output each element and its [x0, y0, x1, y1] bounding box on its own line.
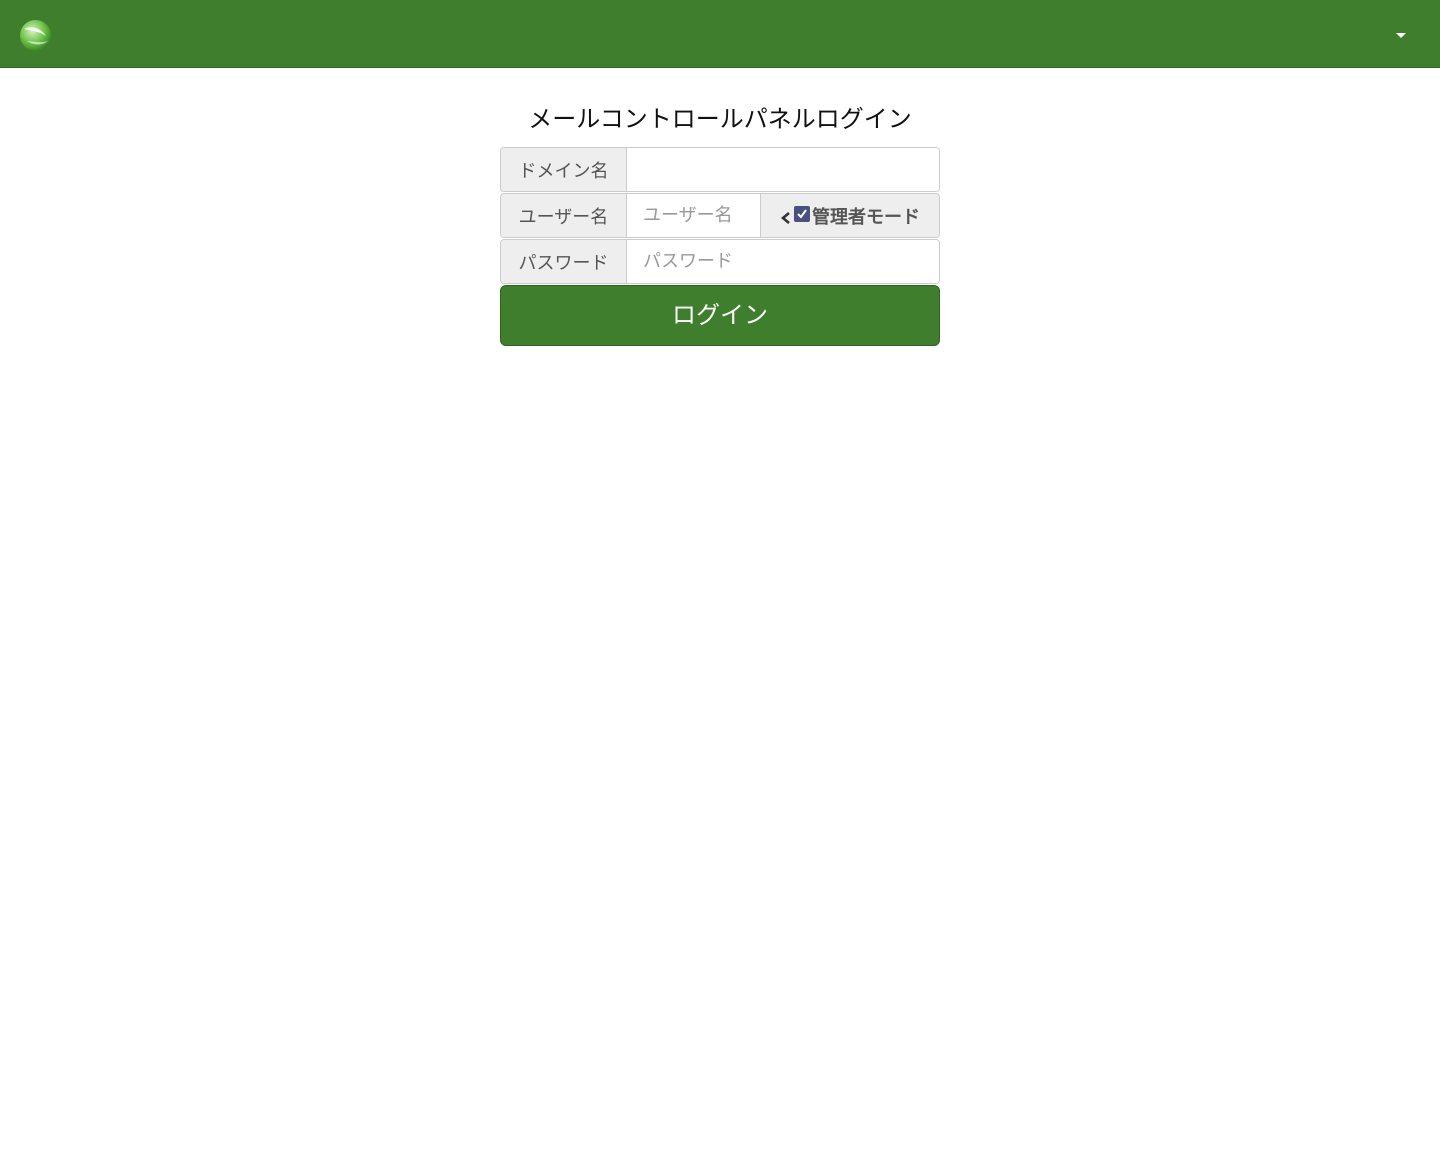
username-input[interactable] [627, 194, 760, 237]
top-navbar [0, 0, 1440, 68]
page-title: メールコントロールパネルログイン [528, 105, 912, 133]
password-input-group: パスワード [500, 239, 940, 284]
password-label: パスワード [501, 240, 627, 283]
domain-input[interactable] [627, 148, 939, 191]
admin-mode-label: 管理者モード [812, 206, 920, 228]
username-input-group: ユーザー名 管理者モード [500, 193, 940, 238]
globe-leaf-logo-icon[interactable] [19, 19, 52, 52]
username-label: ユーザー名 [501, 194, 627, 237]
admin-mode-toggle[interactable]: 管理者モード [760, 194, 939, 237]
login-form: メールコントロールパネルログイン ドメイン名 ユーザー名 管理者モード パスワー… [500, 100, 940, 346]
password-input[interactable] [627, 240, 939, 283]
chevron-left-icon [780, 209, 792, 224]
domain-input-group: ドメイン名 [500, 147, 940, 192]
admin-mode-checkbox[interactable] [794, 205, 810, 222]
caret-down-icon[interactable] [1390, 24, 1412, 46]
login-button[interactable]: ログイン [500, 285, 940, 346]
domain-label: ドメイン名 [501, 148, 627, 191]
